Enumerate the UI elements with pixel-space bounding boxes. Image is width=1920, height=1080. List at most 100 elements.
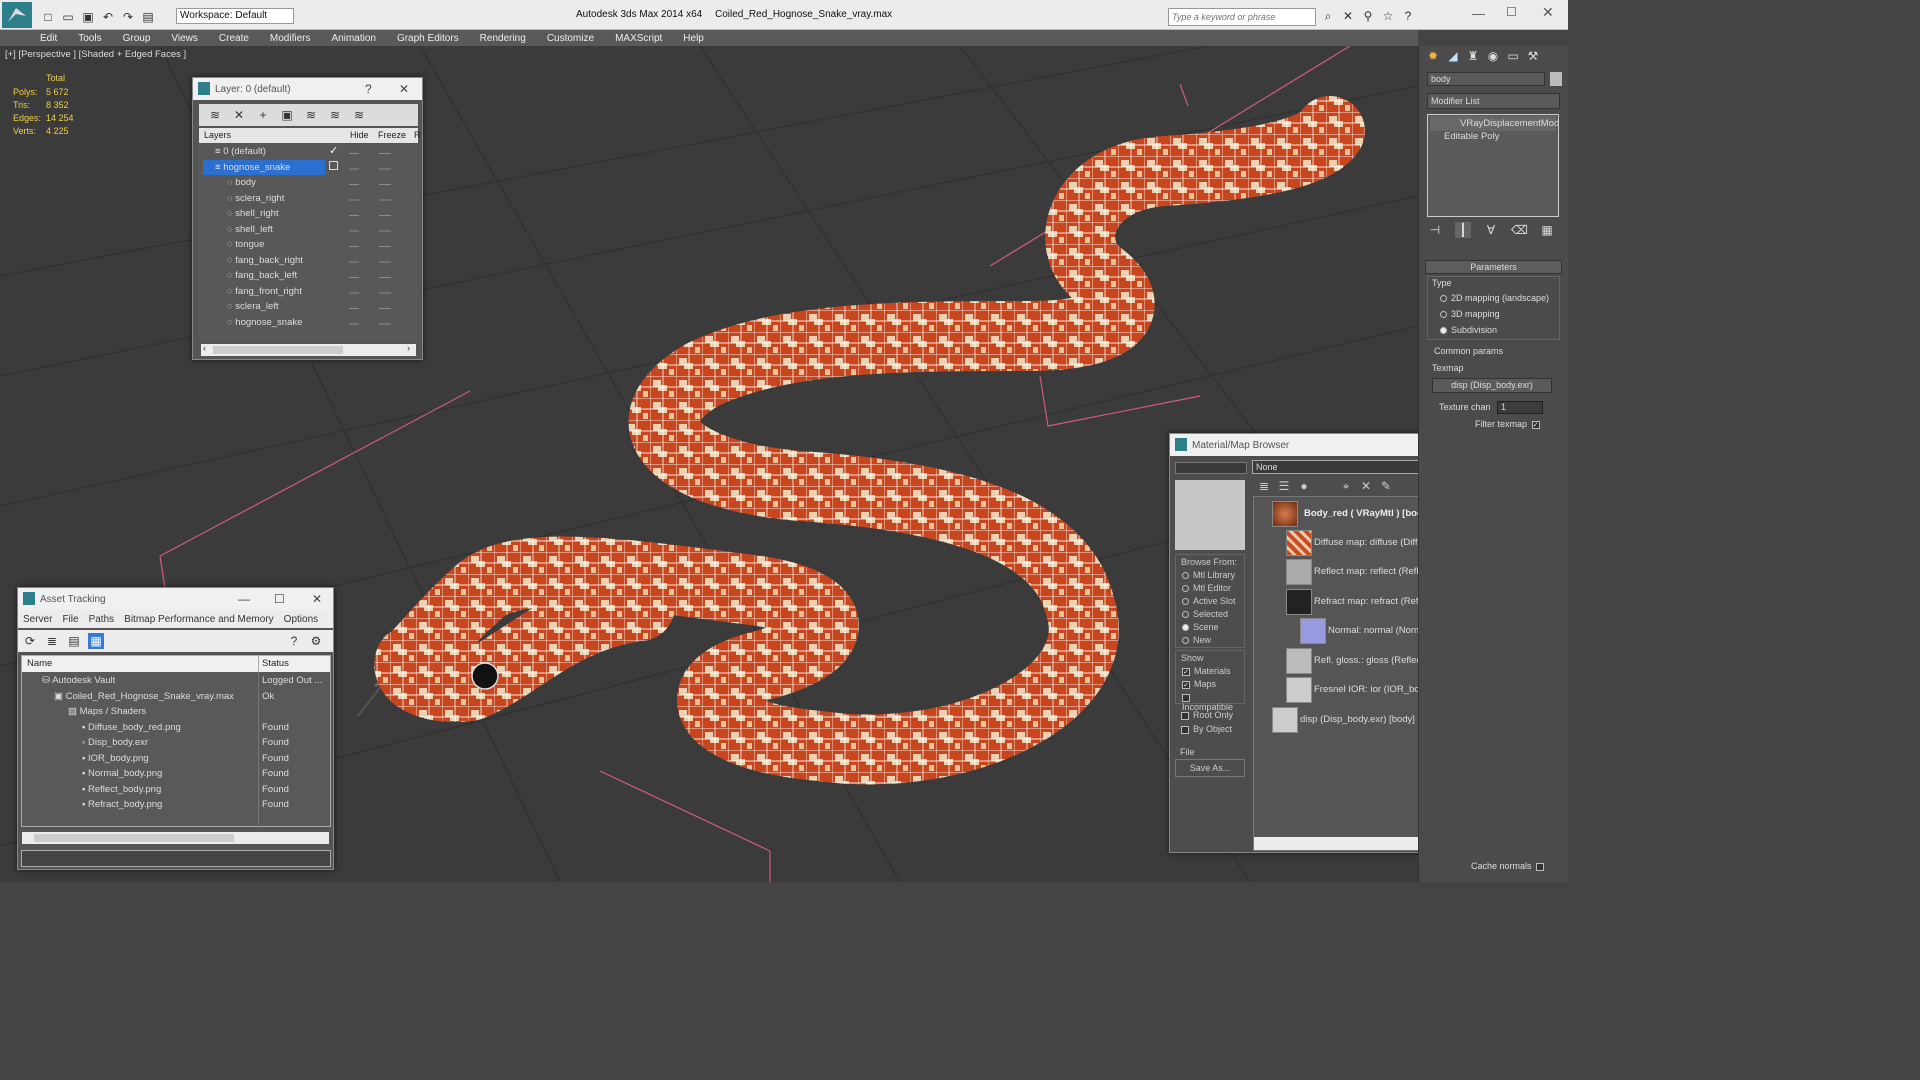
save-icon[interactable]: ▣ [80,9,96,25]
asset-row[interactable]: ▨ Maps / Shaders [68,704,146,719]
radio-selected[interactable] [1182,624,1189,632]
viewport-label[interactable]: [+] [Perspective ] [Shaded + Edged Faces… [5,49,186,60]
col-hide[interactable]: Hide [350,130,369,140]
by-object-option[interactable]: By Object [1181,724,1232,734]
radio[interactable] [1440,295,1447,303]
minimize-icon[interactable]: — [1472,6,1485,21]
menu-create[interactable]: Create [219,33,249,44]
col-r[interactable]: R [414,130,421,140]
menu-bitmap[interactable]: Bitmap Performance and Memory [124,614,274,625]
maximize-icon[interactable]: ☐ [274,592,285,606]
close-icon[interactable]: ✕ [399,82,409,96]
object-item[interactable]: ◌ sclera_right [227,191,284,206]
select-layer-icon[interactable]: ≋ [303,107,319,123]
checkbox[interactable] [1182,693,1190,702]
object-item[interactable]: ◌ sclera_left [227,299,279,314]
layer-hscrollbar[interactable]: ‹ › [201,343,416,356]
menu-views[interactable]: Views [171,33,198,44]
menu-server[interactable]: Server [23,614,52,625]
refresh-icon[interactable]: ⟳ [22,633,38,649]
asset-path-field[interactable] [21,850,331,867]
checkbox[interactable] [1181,725,1189,734]
new-file-icon[interactable]: □ [40,9,56,25]
layer-item[interactable]: ≡ 0 (default) [215,144,266,159]
object-item[interactable]: ◌ shell_right [227,206,279,221]
menu-help[interactable]: Help [683,33,704,44]
menu-options[interactable]: Options [284,614,318,625]
hierarchy-tab-icon[interactable]: ♜ [1465,48,1481,64]
workspace-select[interactable]: Workspace: Default [176,8,294,24]
asset-row[interactable]: ⛁ Autodesk Vault [42,673,115,688]
asset-row[interactable]: ▪ IOR_body.png [82,751,149,766]
menu-maxscript[interactable]: MAXScript [615,33,662,44]
menu-modifiers[interactable]: Modifiers [270,33,311,44]
layer-stack-icon[interactable]: ≋ [207,107,223,123]
create-tab-icon[interactable]: ✹ [1425,48,1441,64]
help-icon[interactable]: ? [1400,8,1416,24]
pin-stack-icon[interactable]: ⊣ [1427,222,1443,238]
favorites-star-icon[interactable]: ☆ [1380,8,1396,24]
col-status[interactable]: Status [262,658,289,669]
tree-view-icon[interactable]: ☰ [1276,478,1292,494]
configure-sets-icon[interactable]: ▦ [1539,222,1555,238]
asset-titlebar[interactable]: Asset Tracking — ☐ ✕ [18,588,333,610]
search-field[interactable] [1175,462,1247,474]
project-icon[interactable]: ▤ [140,9,156,25]
minimize-icon[interactable]: — [238,592,250,606]
motion-tab-icon[interactable]: ◉ [1485,48,1501,64]
hide-freeze-toggles[interactable] [349,147,409,337]
binoculars-icon[interactable]: ⌕ [1320,8,1336,24]
texmap-button[interactable]: disp (Disp_body.exr) [1432,378,1552,393]
object-item[interactable]: ◌ body [227,175,256,190]
modifier-list-dropdown[interactable]: Modifier List [1427,93,1560,109]
object-name-field[interactable]: body [1427,72,1545,86]
menu-paths[interactable]: Paths [89,614,115,625]
texture-chan-spinner[interactable]: 1 [1497,401,1543,414]
remove-modifier-icon[interactable]: ⌫ [1511,222,1528,238]
scroll-thumb[interactable] [213,346,343,354]
map-entry[interactable]: disp (Disp_body.exr) [body] [1300,712,1415,727]
delete-layer-icon[interactable]: ✕ [231,107,247,123]
layer-window-titlebar[interactable]: Layer: 0 (default) ? ✕ [193,78,422,100]
asset-row[interactable]: ▪ Reflect_body.png [82,782,161,797]
scroll-left-icon[interactable]: ‹ [203,343,206,353]
scroll-thumb[interactable] [34,834,234,842]
object-color-swatch[interactable] [1550,72,1562,86]
search-input[interactable] [1169,9,1313,25]
redo-icon[interactable]: ↷ [120,9,136,25]
select-objects-icon[interactable]: ▣ [279,107,295,123]
scroll-right-icon[interactable]: › [407,343,410,353]
current-layer-check-icon[interactable]: ✓ [329,144,338,157]
delete-icon[interactable]: ✕ [1358,478,1374,494]
col-layers[interactable]: Layers [204,130,231,140]
asset-row[interactable]: ▪ Diffuse_body_red.png [82,720,181,735]
pick-icon[interactable]: ⌖ [1338,478,1354,494]
utilities-tab-icon[interactable]: ⚒ [1525,48,1541,64]
highlight-layer-icon[interactable]: ≋ [327,107,343,123]
subscription-icon[interactable]: ✕ [1340,8,1356,24]
communication-icon[interactable]: ⚲ [1360,8,1376,24]
asset-row[interactable]: ▫ Disp_body.exr [82,735,148,750]
radio[interactable] [1182,585,1189,593]
list-view-icon[interactable]: ≣ [44,633,60,649]
maximize-icon[interactable]: ☐ [1506,5,1517,19]
table-view-icon[interactable]: ▦ [88,633,104,649]
checkbox[interactable] [1181,711,1189,720]
settings-icon[interactable]: ⚙ [308,633,324,649]
make-unique-icon[interactable]: ∀ [1483,222,1499,238]
checkbox[interactable] [1536,862,1545,871]
radio-selected[interactable] [1440,327,1447,335]
show-end-result-icon[interactable]: ┃ [1455,222,1471,238]
menu-edit[interactable]: Edit [40,33,57,44]
help-icon[interactable]: ? [286,633,302,649]
menu-tools[interactable]: Tools [78,33,101,44]
col-name[interactable]: Name [27,658,52,669]
radio[interactable] [1182,572,1189,580]
col-freeze[interactable]: Freeze [378,130,406,140]
edit-icon[interactable]: ✎ [1378,478,1394,494]
asset-row[interactable]: ▣ Coiled_Red_Hognose_Snake_vray.max [54,689,234,704]
cache-normals-option[interactable]: Cache normals [1471,861,1548,871]
set-current-checkbox[interactable] [329,161,338,170]
app-logo-icon[interactable] [2,2,32,28]
open-file-icon[interactable]: ▭ [60,9,76,25]
